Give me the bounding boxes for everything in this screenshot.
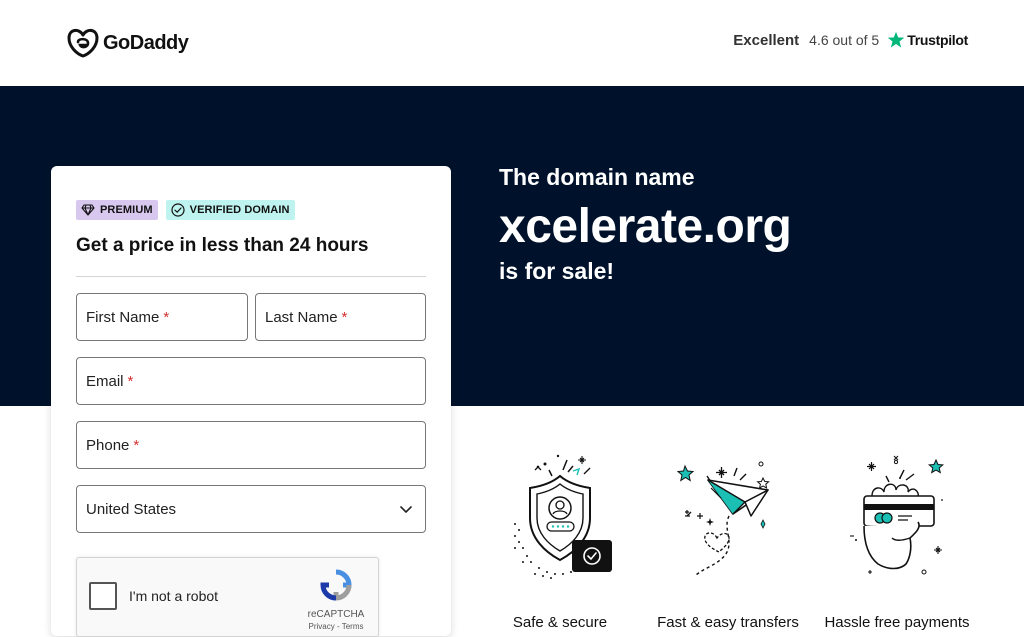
divider — [76, 276, 426, 277]
recaptcha-widget: I'm not a robot reCAPTCHA Privacy - Term… — [76, 557, 379, 637]
logo-text: GoDaddy — [103, 31, 189, 54]
hero-line2: is for sale! — [499, 258, 615, 284]
phone-field[interactable]: Phone * — [76, 421, 426, 469]
godaddy-logo[interactable]: GoDaddy — [67, 28, 189, 58]
first-name-label: First Name — [86, 308, 160, 326]
recaptcha-label: I'm not a robot — [129, 588, 219, 604]
paper-plane-icon — [676, 461, 770, 577]
price-request-form: PREMIUM VERIFIED DOMAIN Get a price in l… — [51, 166, 451, 637]
premium-badge: PREMIUM — [76, 200, 158, 220]
required-mark: * — [127, 372, 134, 390]
recaptcha-brand: reCAPTCHA — [307, 609, 365, 620]
phone-label: Phone — [86, 436, 130, 454]
recaptcha-links[interactable]: Privacy - Terms — [306, 622, 366, 631]
chevron-down-icon — [400, 506, 412, 513]
diamond-icon — [81, 204, 95, 216]
recaptcha-logo: reCAPTCHA Privacy - Terms — [306, 568, 366, 631]
trust-rating: 4.6 out of 5 — [809, 32, 880, 48]
required-mark: * — [341, 308, 348, 326]
recaptcha-checkbox[interactable] — [89, 582, 117, 610]
trust-label: Excellent — [733, 31, 800, 49]
hero-text: The domain name xcelerate.org is for sal… — [499, 164, 792, 285]
hand-card-icon — [850, 455, 945, 575]
last-name-field[interactable]: Last Name * — [255, 293, 426, 341]
feature-label: Fast & easy transfers — [657, 614, 799, 631]
feature-label: Hassle free payments — [824, 614, 970, 631]
form-title: Get a price in less than 24 hours — [76, 235, 369, 256]
recaptcha-icon — [320, 569, 352, 601]
country-select[interactable]: United States — [76, 485, 426, 533]
feature-fast-transfers: Fast & easy transfers — [643, 452, 813, 631]
feature-hassle-free-payments: Hassle free payments — [812, 452, 982, 631]
verified-badge: VERIFIED DOMAIN — [165, 200, 295, 220]
trustpilot-rating[interactable]: Excellent 4.6 out of 5 Trustpilot — [733, 31, 968, 49]
feature-label: Safe & secure — [512, 614, 608, 631]
domain-name: xcelerate.org — [499, 200, 792, 253]
feature-safe-secure: Safe & secure — [475, 452, 645, 631]
email-field[interactable]: Email * — [76, 357, 426, 405]
hero-line1: The domain name — [499, 164, 695, 190]
email-label: Email — [86, 372, 124, 390]
badges: PREMIUM VERIFIED DOMAIN — [76, 200, 295, 220]
check-circle-icon — [171, 203, 185, 217]
premium-label: PREMIUM — [100, 204, 153, 216]
shield-user-icon — [514, 454, 612, 579]
last-name-label: Last Name — [265, 308, 338, 326]
first-name-field[interactable]: First Name * — [76, 293, 248, 341]
country-value: United States — [86, 500, 177, 518]
required-mark: * — [163, 308, 170, 326]
verified-label: VERIFIED DOMAIN — [189, 204, 290, 216]
site-header: GoDaddy Excellent 4.6 out of 5 Trustpilo… — [0, 0, 1024, 86]
required-mark: * — [133, 436, 140, 454]
godaddy-logo-icon — [67, 29, 99, 58]
trustpilot-brand: Trustpilot — [907, 32, 968, 48]
trustpilot-star-icon — [887, 31, 905, 48]
